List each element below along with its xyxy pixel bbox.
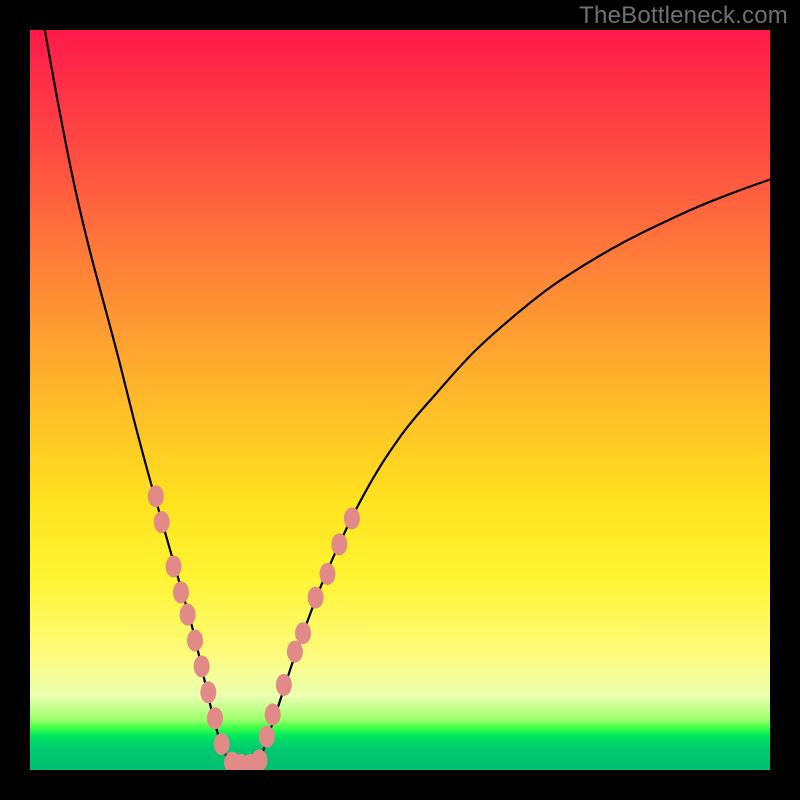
marker-dot <box>331 533 347 555</box>
marker-dot <box>259 726 275 748</box>
marker-dot <box>180 604 196 626</box>
marker-dot <box>148 485 164 507</box>
marker-dot <box>214 733 230 755</box>
marker-dot <box>154 511 170 533</box>
chart-frame: TheBottleneck.com <box>0 0 800 800</box>
marker-dot <box>319 563 335 585</box>
marker-dot <box>173 581 189 603</box>
watermark-text: TheBottleneck.com <box>579 2 788 30</box>
marker-dot <box>265 704 281 726</box>
marker-dot <box>194 655 210 677</box>
marker-dot <box>251 749 267 770</box>
marker-dot <box>287 641 303 663</box>
marker-dot <box>166 556 182 578</box>
marker-dot <box>187 630 203 652</box>
marker-dot <box>207 707 223 729</box>
marker-dot <box>295 622 311 644</box>
bottleneck-curve <box>45 30 770 765</box>
marker-dot <box>276 674 292 696</box>
marker-dot <box>344 507 360 529</box>
plot-area <box>30 30 770 770</box>
marker-dot <box>308 587 324 609</box>
marker-dot <box>200 681 216 703</box>
curve-markers <box>148 485 360 770</box>
curve-svg <box>30 30 770 770</box>
